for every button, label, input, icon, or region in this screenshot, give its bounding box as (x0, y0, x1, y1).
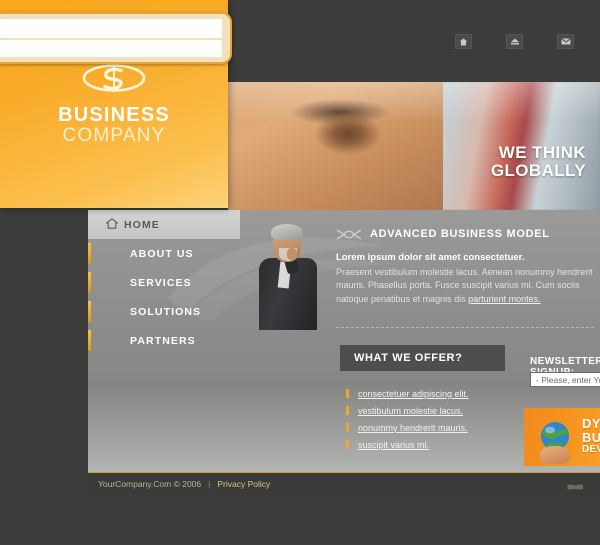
sidebar-item-home[interactable]: HOME (88, 210, 240, 239)
sidebar-item-solutions[interactable]: SOLUTIONS (88, 297, 240, 326)
list-item-label: consectetuer adipiscing elit. (358, 388, 469, 399)
article-heading-text: ADVANCED BUSINESS MODEL (370, 228, 550, 240)
sidebar-item-label: PARTNERS (130, 334, 196, 347)
article-heading: ADVANCED BUSINESS MODEL (336, 228, 594, 240)
article-body-text: Praesent vestibulum molestie lacus. Aene… (336, 266, 593, 304)
offer-heading-text: WHAT WE OFFER? (354, 352, 463, 364)
promo-line2: BUSINESS (582, 429, 600, 445)
promo-banner[interactable]: DYNAMIC BUSINESS DEVELOPMENT (524, 408, 600, 466)
promo-text: DYNAMIC BUSINESS DEVELOPMENT (582, 417, 600, 455)
article-block: ADVANCED BUSINESS MODEL Lorem ipsum dolo… (336, 228, 594, 306)
promo-line1: DYNAMIC (582, 416, 600, 431)
home-icon[interactable] (455, 34, 472, 49)
sitemap-icon[interactable] (506, 34, 523, 49)
swirl-s-logo-icon (82, 64, 146, 92)
hand (287, 248, 297, 260)
sidebar-item-label: SOLUTIONS (130, 305, 202, 318)
sidebar-item-about-us[interactable]: ABOUT US (88, 239, 240, 268)
article-body: Praesent vestibulum molestie lacus. Aene… (336, 266, 594, 307)
list-item[interactable]: vestibulum molestie lacus. (346, 402, 526, 419)
header-icon-row (455, 34, 574, 49)
sidebar-item-label: HOME (124, 218, 160, 231)
chain-link-deco-icon (336, 228, 362, 240)
nav-accent-bar (88, 301, 91, 322)
bullet-icon (346, 440, 349, 449)
hair (271, 224, 303, 240)
hero-headline-line1: WE THINK (498, 143, 586, 162)
bullet-icon (346, 406, 349, 415)
brand-subname: COMPANY (62, 125, 166, 146)
sidebar-item-label: ABOUT US (130, 247, 194, 260)
footer-mark: ▄▃▄ (567, 480, 583, 489)
bullet-icon (346, 389, 349, 398)
bullet-icon (346, 423, 349, 432)
footer-bar: YourCompany.Com © 2006 | Privacy Policy … (88, 473, 600, 495)
promo-line3: DEVELOPMENT (582, 443, 600, 455)
newsletter-email-input[interactable] (530, 372, 600, 387)
nav-accent-bar (88, 243, 91, 264)
article-lead: Lorem ipsum dolor sit amet consectetuer. (336, 252, 525, 263)
footer-privacy-link[interactable]: Privacy Policy (217, 479, 270, 489)
footer-rule (88, 472, 600, 473)
list-item-label: vestibulum molestie lacus. (358, 405, 464, 416)
sidebar-item-label: SERVICES (130, 276, 192, 289)
footer-separator: | (208, 479, 211, 489)
nav-accent-bar (88, 330, 91, 351)
offer-list: consectetuer adipiscing elit. vestibulum… (346, 385, 526, 453)
house-icon (106, 218, 118, 229)
hand-palm (540, 446, 570, 464)
top-blank-field-box[interactable] (0, 12, 232, 64)
blank-field-2[interactable] (0, 40, 222, 57)
list-item[interactable]: consectetuer adipiscing elit. (346, 385, 526, 402)
hero-headline-line2: GLOBALLY (490, 161, 586, 180)
brand-name: BUSINESS (58, 104, 170, 126)
blank-field-1[interactable] (0, 19, 222, 38)
list-item[interactable]: nonummy hendrerit mauris. (346, 419, 526, 436)
section-divider (336, 327, 594, 328)
list-item-label: suscipit varius mi. (358, 439, 430, 450)
sidebar-item-services[interactable]: SERVICES (88, 268, 240, 297)
list-item-label: nonummy hendrerit mauris. (358, 422, 468, 433)
sidebar-nav: HOME ABOUT US SERVICES SOLUTIONS PARTNER… (88, 210, 240, 355)
sidebar-item-partners[interactable]: PARTNERS (88, 326, 240, 355)
hero-banner: WE THINK GLOBALLY (228, 82, 600, 210)
hero-top-haze (228, 82, 600, 122)
list-item[interactable]: suscipit varius mi. (346, 436, 526, 453)
mail-icon[interactable] (557, 34, 574, 49)
nav-accent-bar (88, 272, 91, 293)
article-body-link[interactable]: parturient montes. (468, 294, 541, 304)
businessman-photo (251, 222, 323, 330)
main-content-panel: HOME ABOUT US SERVICES SOLUTIONS PARTNER… (88, 210, 600, 495)
footer-copyright: YourCompany.Com © 2006 (98, 479, 202, 489)
page-root: WE THINK GLOBALLY BUSINESS COMPANY HOME … (0, 0, 600, 545)
offer-heading: WHAT WE OFFER? (340, 345, 505, 371)
